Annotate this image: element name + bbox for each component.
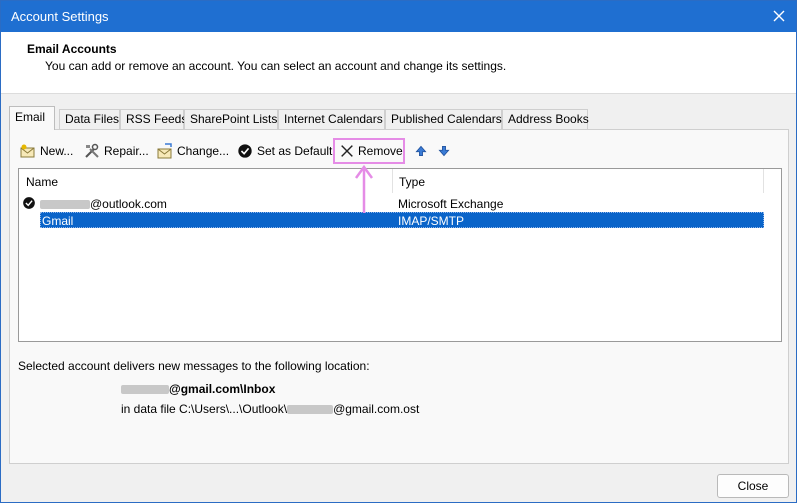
tools-icon <box>83 142 101 160</box>
tab-internet-calendars[interactable]: Internet Calendars <box>278 109 385 129</box>
arrow-up-icon <box>412 142 430 160</box>
move-up-button[interactable] <box>412 138 433 164</box>
change-label: Change... <box>177 144 230 158</box>
header-subtitle: You can add or remove an account. You ca… <box>45 59 507 73</box>
dialog-footer: Close <box>1 464 796 502</box>
column-separator <box>763 169 764 193</box>
tab-rss-feeds[interactable]: RSS Feeds <box>120 109 187 129</box>
set-as-default-button[interactable]: Set as Default <box>236 138 332 164</box>
data-file-path: in data file C:\Users\...\Outlook\ @gmail… <box>121 402 419 416</box>
remove-label: Remove <box>358 144 403 158</box>
account-name: @outlook.com <box>40 197 167 211</box>
account-toolbar: New... Repair... Change... Set as Defaul… <box>10 138 788 164</box>
repair-label: Repair... <box>104 144 149 158</box>
account-settings-dialog: Account Settings Email Accounts You can … <box>0 0 797 503</box>
header-title: Email Accounts <box>27 42 117 56</box>
new-account-button[interactable]: New... <box>19 138 73 164</box>
check-circle-icon <box>236 142 254 160</box>
column-header-type[interactable]: Type <box>392 169 425 193</box>
column-header-name[interactable]: Name <box>19 169 58 193</box>
redacted-text <box>40 200 90 210</box>
data-file-suffix: @gmail.com.ost <box>333 402 420 416</box>
tab-sharepoint-lists[interactable]: SharePoint Lists <box>184 109 278 129</box>
redacted-text <box>121 385 169 395</box>
close-button[interactable]: Close <box>717 474 789 498</box>
set-as-default-label: Set as Default <box>257 144 333 158</box>
dialog-header: Email Accounts You can add or remove an … <box>1 32 796 94</box>
tab-email[interactable]: Email <box>9 106 55 130</box>
redacted-text <box>287 405 334 415</box>
account-name: Gmail <box>42 214 74 228</box>
new-account-label: New... <box>40 144 74 158</box>
tab-address-books[interactable]: Address Books <box>502 109 589 129</box>
change-button[interactable]: Change... <box>156 138 229 164</box>
delivery-folder: @gmail.com\Inbox <box>121 382 275 396</box>
account-type: Microsoft Exchange <box>398 197 504 211</box>
close-icon[interactable] <box>770 7 788 25</box>
repair-button[interactable]: Repair... <box>83 138 149 164</box>
tab-published-calendars[interactable]: Published Calendars <box>385 109 502 129</box>
delivery-location-label: Selected account delivers new messages t… <box>18 359 370 373</box>
title-bar: Account Settings <box>1 1 796 32</box>
window-title: Account Settings <box>11 9 109 24</box>
default-account-check-icon <box>22 196 36 213</box>
email-tab-panel: New... Repair... Change... Set as Defaul… <box>9 129 789 464</box>
account-row[interactable]: @outlook.com Microsoft Exchange <box>19 196 764 212</box>
move-down-button[interactable] <box>435 138 456 164</box>
data-file-prefix: in data file C:\Users\...\Outlook\ <box>121 402 288 416</box>
accounts-list[interactable]: Name Type @outlook.com Microsoft Exchang… <box>18 168 782 342</box>
tab-data-files[interactable]: Data Files <box>59 109 120 129</box>
new-mail-icon <box>19 142 37 160</box>
account-name-text: @outlook.com <box>90 197 167 211</box>
remove-x-icon <box>339 142 355 160</box>
change-settings-icon <box>156 142 174 160</box>
account-row-selected[interactable]: Gmail IMAP/SMTP <box>40 212 764 228</box>
delivery-folder-text: @gmail.com\Inbox <box>169 382 276 396</box>
annotation-arrow-icon <box>354 164 374 213</box>
remove-button[interactable]: Remove <box>333 138 405 164</box>
arrow-down-icon <box>435 142 453 160</box>
account-type: IMAP/SMTP <box>398 214 465 228</box>
